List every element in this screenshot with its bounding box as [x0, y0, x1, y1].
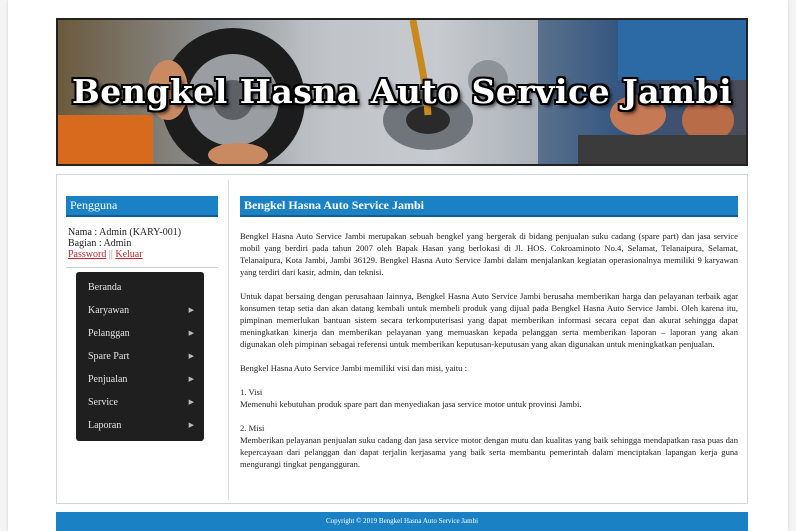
main-content: Bengkel Hasna Auto Service Jambi Bengkel… — [240, 196, 738, 470]
logout-link[interactable]: Keluar — [115, 249, 142, 260]
menu-item-spare-part[interactable]: Spare Part ▶ — [76, 345, 204, 368]
header-banner: Bengkel Hasna Auto Service Jambi — [56, 18, 748, 166]
user-info: Nama : Admin (KARY-001) Bagian : Admin P… — [66, 227, 218, 260]
menu-item-label: Service — [88, 397, 118, 408]
menu-item-karyawan[interactable]: Karyawan ▶ — [76, 299, 204, 322]
column-divider — [228, 180, 229, 500]
footer: Copyright © 2019 Bengkel Hasna Auto Serv… — [56, 512, 748, 531]
main-title: Bengkel Hasna Auto Service Jambi — [240, 196, 738, 217]
chevron-right-icon: ▶ — [188, 398, 194, 406]
visi-text: Memenuhi kebutuhan produk spare part dan… — [240, 399, 582, 409]
menu-item-label: Penjualan — [88, 374, 128, 385]
chevron-right-icon: ▶ — [188, 421, 194, 429]
menu-item-laporan[interactable]: Laporan ▶ — [76, 414, 204, 437]
strategy-paragraph: Untuk dapat bersaing dengan perusahaan l… — [240, 291, 738, 349]
copyright-text: Copyright © 2019 Bengkel Hasna Auto Serv… — [325, 517, 479, 525]
sidebar: Pengguna Nama : Admin (KARY-001) Bagian … — [66, 196, 218, 441]
user-name: Nama : Admin (KARY-001) — [68, 227, 182, 238]
menu-item-label: Spare Part — [88, 351, 130, 362]
chevron-right-icon: ▶ — [188, 306, 194, 314]
banner-title: Bengkel Hasna Auto Service Jambi — [71, 72, 733, 111]
visi-misi-intro: Bengkel Hasna Auto Service Jambi memilik… — [240, 363, 467, 373]
user-role: Bagian : Admin — [68, 238, 132, 249]
menu-item-penjualan[interactable]: Penjualan ▶ — [76, 368, 204, 391]
menu-item-label: Karyawan — [88, 305, 130, 316]
password-link[interactable]: Password — [68, 249, 106, 260]
menu-item-service[interactable]: Service ▶ — [76, 391, 204, 414]
sidebar-divider — [66, 267, 218, 268]
chevron-right-icon: ▶ — [188, 352, 194, 360]
menu-item-label: Laporan — [88, 420, 122, 431]
visi-label: 1. Visi — [240, 387, 263, 397]
chevron-right-icon: ▶ — [188, 375, 194, 383]
menu-item-label: Beranda — [88, 282, 122, 293]
link-separator: || — [108, 249, 113, 260]
sidebar-title: Pengguna — [66, 196, 218, 217]
chevron-right-icon: ▶ — [188, 329, 194, 337]
menu-item-beranda[interactable]: Beranda — [76, 276, 204, 299]
sidebar-menu: Beranda Karyawan ▶ Pelanggan ▶ Spare Par… — [76, 272, 204, 441]
menu-item-label: Pelanggan — [88, 328, 130, 339]
misi-label: 2. Misi — [240, 423, 265, 433]
intro-paragraph: Bengkel Hasna Auto Service Jambi merupak… — [240, 231, 738, 277]
menu-item-pelanggan[interactable]: Pelanggan ▶ — [76, 322, 204, 345]
misi-text: Memberikan pelayanan penjualan suku cada… — [240, 435, 738, 469]
account-links: Password || Keluar — [68, 249, 218, 260]
